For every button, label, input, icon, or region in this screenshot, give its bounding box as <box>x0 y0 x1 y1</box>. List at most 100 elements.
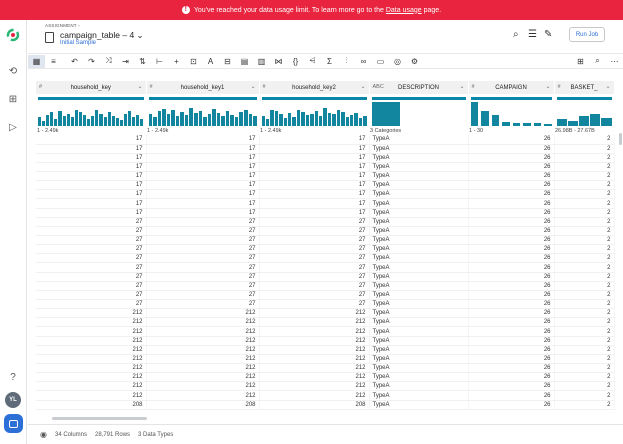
table-cell[interactable]: 212 <box>259 390 370 401</box>
column-header[interactable]: # household_key1 ⌄ <box>146 81 260 94</box>
table-row[interactable]: 17 17 17 TypeA 26 2 <box>36 153 615 163</box>
histogram-bar[interactable] <box>225 111 230 126</box>
table-cell[interactable]: 2 <box>554 390 615 401</box>
histogram-bar[interactable] <box>243 110 248 126</box>
table-row[interactable]: 212 212 212 TypeA 26 2 <box>36 372 615 383</box>
table-cell[interactable]: 27 <box>259 281 370 291</box>
table-cell[interactable]: 27 <box>259 290 370 301</box>
table-cell[interactable]: 2 <box>554 253 615 264</box>
histogram-bar[interactable] <box>70 117 74 126</box>
table-cell[interactable]: 212 <box>146 354 260 365</box>
table-cell[interactable]: 27 <box>146 217 260 227</box>
table-cell[interactable]: TypeA <box>369 317 469 328</box>
table-row[interactable]: 212 212 212 TypeA 26 2 <box>36 326 615 337</box>
table-row[interactable]: 27 27 27 TypeA 26 2 <box>36 290 615 301</box>
table-cell[interactable]: 212 <box>259 317 370 328</box>
table-cell[interactable]: 26 <box>468 381 555 392</box>
edit-pencil-icon[interactable]: ✎ <box>544 29 552 40</box>
table-cell[interactable]: 208 <box>36 400 147 410</box>
histogram-bar[interactable] <box>140 119 144 126</box>
table-cell[interactable]: 2 <box>554 372 615 383</box>
table-row[interactable]: 212 212 212 TypeA 26 2 <box>36 336 615 346</box>
table-cell[interactable]: 212 <box>36 390 147 401</box>
table-cell[interactable]: 212 <box>146 317 260 328</box>
table-cell[interactable]: 26 <box>468 262 555 273</box>
table-cell[interactable]: 27 <box>259 262 370 273</box>
table-cell[interactable]: 2 <box>554 189 615 200</box>
table-cell[interactable]: 212 <box>259 345 370 355</box>
table-cell[interactable]: 26 <box>468 290 555 301</box>
table-cell[interactable]: 2 <box>554 144 615 154</box>
histogram-bar[interactable] <box>288 113 292 126</box>
table-cell[interactable]: 27 <box>146 244 260 255</box>
histogram-bar[interactable] <box>533 123 541 126</box>
table-cell[interactable]: 17 <box>259 189 370 200</box>
histogram-bar[interactable] <box>239 112 243 126</box>
table-cell[interactable]: 17 <box>259 171 370 182</box>
histogram-bar[interactable] <box>323 108 327 126</box>
table-cell[interactable]: 26 <box>468 308 555 319</box>
settings-icon[interactable]: ⚙ <box>406 55 423 68</box>
table-cell[interactable]: 26 <box>468 390 555 401</box>
table-cell[interactable]: 27 <box>36 262 147 273</box>
table-cell[interactable]: 212 <box>259 372 370 383</box>
table-cell[interactable]: TypeA <box>369 308 469 319</box>
table-cell[interactable]: 2 <box>554 326 615 337</box>
column-header[interactable]: # household_key ⌄ <box>36 81 147 94</box>
table-row[interactable]: 212 212 212 TypeA 26 2 <box>36 317 615 328</box>
column-header[interactable]: # CAMPAIGN ⌄ <box>468 81 555 94</box>
table-cell[interactable]: 17 <box>259 153 370 163</box>
histogram-bar[interactable] <box>42 121 46 126</box>
table-cell[interactable]: 17 <box>259 162 370 173</box>
table-cell[interactable]: 2 <box>554 317 615 328</box>
table-cell[interactable]: 2 <box>554 162 615 173</box>
table-cell[interactable]: 2 <box>554 226 615 237</box>
calendar-icon[interactable]: ▤ <box>236 55 253 68</box>
table-cell[interactable]: 212 <box>146 381 260 392</box>
histogram-bar[interactable] <box>87 119 91 126</box>
table-cell[interactable]: 26 <box>468 281 555 291</box>
table-cell[interactable]: 212 <box>36 381 147 392</box>
chevron-down-icon[interactable]: ⌄ <box>545 83 550 90</box>
table-cell[interactable]: TypeA <box>369 226 469 237</box>
histogram-bar[interactable] <box>184 115 189 126</box>
table-cell[interactable]: 212 <box>259 326 370 337</box>
table-cell[interactable]: 2 <box>554 180 615 191</box>
table-cell[interactable]: 17 <box>146 208 260 218</box>
filter-rows-icon[interactable]: ⇥ <box>117 55 134 68</box>
table-cell[interactable]: 2 <box>554 171 615 182</box>
histogram-bar[interactable] <box>279 114 283 126</box>
histogram-bar[interactable] <box>578 116 590 126</box>
histogram-bar[interactable] <box>180 112 184 126</box>
table-cell[interactable]: 26 <box>468 326 555 337</box>
histogram-bar[interactable] <box>166 114 171 126</box>
table-cell[interactable]: 2 <box>554 198 615 209</box>
histogram-bar[interactable] <box>358 118 363 126</box>
assignment-breadcrumb[interactable]: ASSIGNMENT › <box>45 23 80 28</box>
redo-icon[interactable]: ↷ <box>83 55 100 68</box>
histogram-bar[interactable] <box>274 111 279 126</box>
table-cell[interactable]: 26 <box>468 299 555 310</box>
table-row[interactable]: 17 17 17 TypeA 26 2 <box>36 189 615 200</box>
histogram-bar[interactable] <box>54 119 58 126</box>
histogram-bar[interactable] <box>221 116 225 126</box>
table-cell[interactable]: 2 <box>554 244 615 255</box>
visibility-eye-icon[interactable]: ◉ <box>40 430 47 439</box>
table-row[interactable]: 212 212 212 TypeA 26 2 <box>36 345 615 355</box>
table-row[interactable]: 17 17 17 TypeA 26 2 <box>36 162 615 173</box>
table-cell[interactable]: 2 <box>554 336 615 346</box>
table-cell[interactable]: 27 <box>36 272 147 282</box>
recipe-list-icon[interactable]: ☰ <box>528 29 537 40</box>
table-row[interactable]: 27 27 27 TypeA 26 2 <box>36 281 615 291</box>
table-row[interactable]: 27 27 27 TypeA 26 2 <box>36 244 615 255</box>
table-cell[interactable]: TypeA <box>369 272 469 282</box>
table-cell[interactable]: 26 <box>468 171 555 182</box>
histogram-bar[interactable] <box>556 119 567 126</box>
histogram-bar[interactable] <box>230 115 234 126</box>
histogram-bar[interactable] <box>341 112 345 126</box>
table-cell[interactable]: 17 <box>36 153 147 163</box>
table-cell[interactable]: TypeA <box>369 262 469 273</box>
histogram-bar[interactable] <box>119 120 123 126</box>
table-cell[interactable]: 26 <box>468 144 555 154</box>
table-row[interactable]: 27 27 27 TypeA 26 2 <box>36 299 615 310</box>
